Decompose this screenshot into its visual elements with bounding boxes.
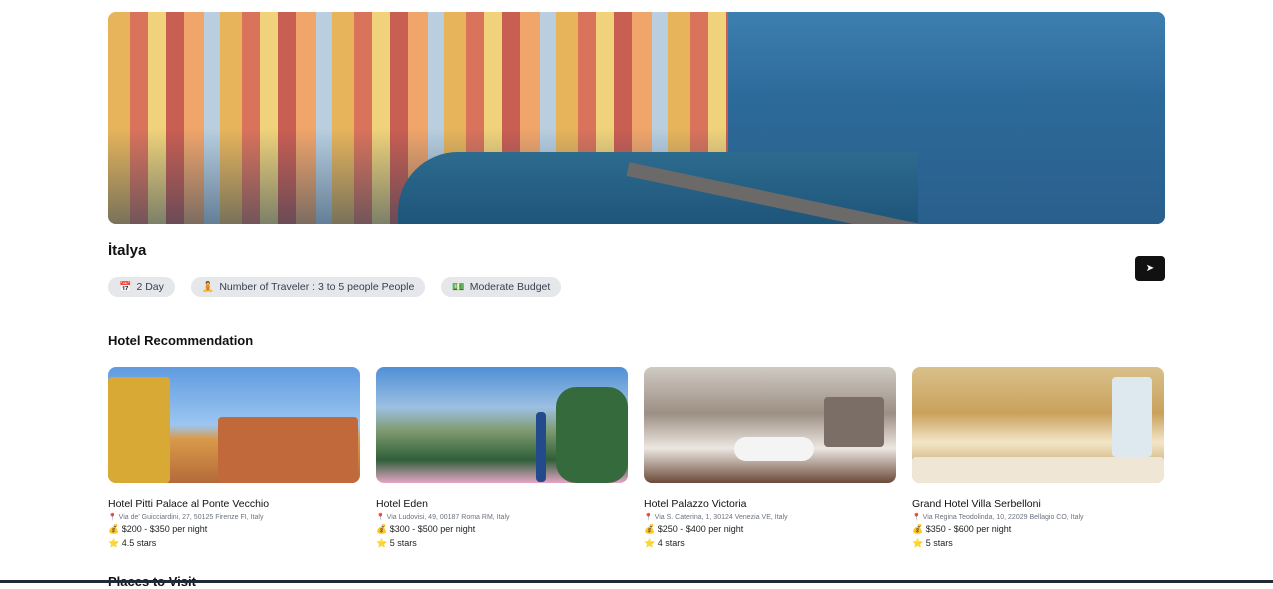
destination-hero-image [108, 12, 1165, 224]
hotel-price: $200 - $350 per night [121, 524, 208, 534]
hotel-rating: 4.5 stars [121, 538, 157, 548]
duration-label: 2 Day [136, 281, 164, 293]
hotel-price: $300 - $500 per night [389, 524, 476, 534]
location-pin-icon: 📍 [912, 514, 921, 521]
trip-info-chips: 📅 2 Day 🧘 Number of Traveler : 3 to 5 pe… [108, 277, 562, 297]
hotel-card[interactable]: Grand Hotel Villa Serbelloni 📍 Via Regin… [912, 367, 1164, 549]
hotel-address: Via S. Caterina, 1, 30124 Venezia VE, It… [654, 514, 788, 521]
budget-chip: 💵 Moderate Budget [441, 277, 562, 297]
location-pin-icon: 📍 [644, 514, 653, 521]
hotel-list: Hotel Pitti Palace al Ponte Vecchio 📍 Vi… [108, 367, 1164, 549]
hotel-card[interactable]: Hotel Palazzo Victoria 📍 Via S. Caterina… [644, 367, 896, 549]
hotel-address: Via de' Guicciardini, 27, 50125 Firenze … [118, 514, 264, 521]
traveler-icon: 🧘 [201, 281, 215, 293]
location-pin-icon: 📍 [376, 514, 385, 521]
hotel-address: Via Ludovisi, 49, 00187 Roma RM, Italy [386, 514, 510, 521]
duration-chip: 📅 2 Day [108, 277, 175, 297]
price-icon: 💰 [376, 524, 388, 534]
star-icon: ⭐ [108, 538, 120, 548]
calendar-icon: 📅 [119, 281, 132, 293]
hotel-image [376, 367, 628, 483]
price-icon: 💰 [108, 524, 120, 534]
hotel-card[interactable]: Hotel Eden 📍 Via Ludovisi, 49, 00187 Rom… [376, 367, 628, 549]
star-icon: ⭐ [644, 538, 656, 548]
hotel-image [108, 367, 360, 483]
hotel-name: Hotel Eden [376, 498, 428, 510]
hotel-name: Hotel Palazzo Victoria [644, 498, 747, 510]
hotel-price: $350 - $600 per night [925, 524, 1012, 534]
send-icon: ➤ [1145, 263, 1155, 274]
price-icon: 💰 [644, 524, 656, 534]
hotel-image [644, 367, 896, 483]
hotel-rating: 5 stars [389, 538, 417, 548]
price-icon: 💰 [912, 524, 924, 534]
hotel-rating: 5 stars [925, 538, 953, 548]
hotel-address: Via Regina Teodolinda, 10, 22029 Bellagi… [922, 514, 1084, 521]
star-icon: ⭐ [912, 538, 924, 548]
travelers-label: Number of Traveler : 3 to 5 people Peopl… [219, 281, 415, 293]
travelers-chip: 🧘 Number of Traveler : 3 to 5 people Peo… [190, 277, 426, 297]
star-icon: ⭐ [376, 538, 388, 548]
budget-label: Moderate Budget [469, 281, 551, 293]
location-pin-icon: 📍 [108, 514, 117, 521]
hotel-card[interactable]: Hotel Pitti Palace al Ponte Vecchio 📍 Vi… [108, 367, 360, 549]
hotel-name: Hotel Pitti Palace al Ponte Vecchio [108, 498, 270, 510]
destination-title: İtalya [108, 242, 147, 259]
hotel-price: $250 - $400 per night [657, 524, 744, 534]
share-button[interactable]: ➤ [1135, 256, 1165, 281]
hotel-section-title: Hotel Recommendation [108, 333, 254, 348]
hotel-rating: 4 stars [657, 538, 685, 548]
hotel-image [912, 367, 1164, 483]
hotel-name: Grand Hotel Villa Serbelloni [912, 498, 1041, 510]
money-icon: 💵 [452, 281, 465, 293]
